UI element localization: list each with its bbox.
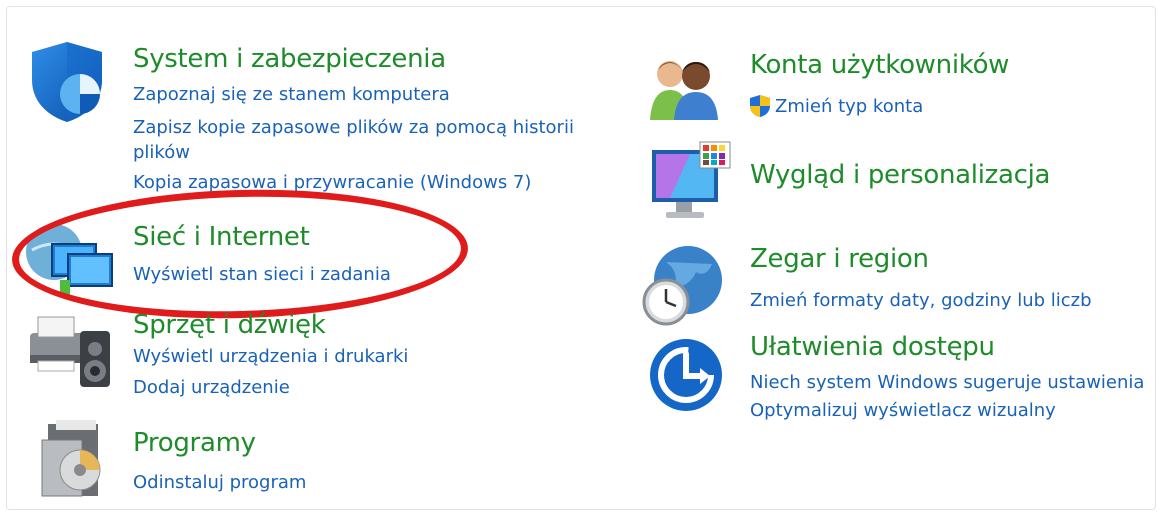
link-file-history-backup[interactable]: Zapisz kopie zapasowe plików za pomocą h… <box>133 115 603 165</box>
category-title-ease[interactable]: Ułatwienia dostępu <box>750 332 995 362</box>
shield-icon[interactable] <box>26 40 108 124</box>
users-icon[interactable] <box>648 54 720 120</box>
programs-disc-icon[interactable] <box>38 418 104 502</box>
link-devices-printers[interactable]: Wyświetl urządzenia i drukarki <box>133 344 408 369</box>
link-change-account-type[interactable]: Zmień typ konta <box>775 94 923 119</box>
category-title-network[interactable]: Sieć i Internet <box>133 222 310 252</box>
link-add-device[interactable]: Dodaj urządzenie <box>133 375 290 400</box>
link-uninstall-program[interactable]: Odinstaluj program <box>133 470 306 495</box>
category-title-clock[interactable]: Zegar i region <box>750 244 929 274</box>
category-title-system[interactable]: System i zabezpieczenia <box>133 44 446 74</box>
link-optimize-display[interactable]: Optymalizuj wyświetlacz wizualny <box>750 398 1056 423</box>
uac-shield-icon <box>749 94 771 118</box>
category-title-programs[interactable]: Programy <box>133 428 256 458</box>
accessibility-icon[interactable] <box>648 336 724 414</box>
link-network-status[interactable]: Wyświetl stan sieci i zadania <box>133 262 391 287</box>
monitor-palette-icon[interactable] <box>650 140 732 224</box>
category-title-appearance[interactable]: Wygląd i personalizacja <box>750 160 1050 190</box>
link-change-formats[interactable]: Zmień formaty daty, godziny lub liczb <box>750 288 1092 313</box>
globe-clock-icon[interactable] <box>640 242 726 326</box>
link-backup-restore-win7[interactable]: Kopia zapasowa i przywracanie (Windows 7… <box>133 170 531 195</box>
printer-speaker-icon[interactable] <box>24 305 114 391</box>
category-title-hardware[interactable]: Sprzęt i dźwięk <box>133 310 326 340</box>
link-suggest-settings[interactable]: Niech system Windows sugeruje ustawienia <box>750 370 1144 395</box>
network-monitors-icon[interactable] <box>24 220 114 300</box>
link-check-computer-status[interactable]: Zapoznaj się ze stanem komputera <box>133 82 450 107</box>
category-title-accounts[interactable]: Konta użytkowników <box>750 50 1009 80</box>
